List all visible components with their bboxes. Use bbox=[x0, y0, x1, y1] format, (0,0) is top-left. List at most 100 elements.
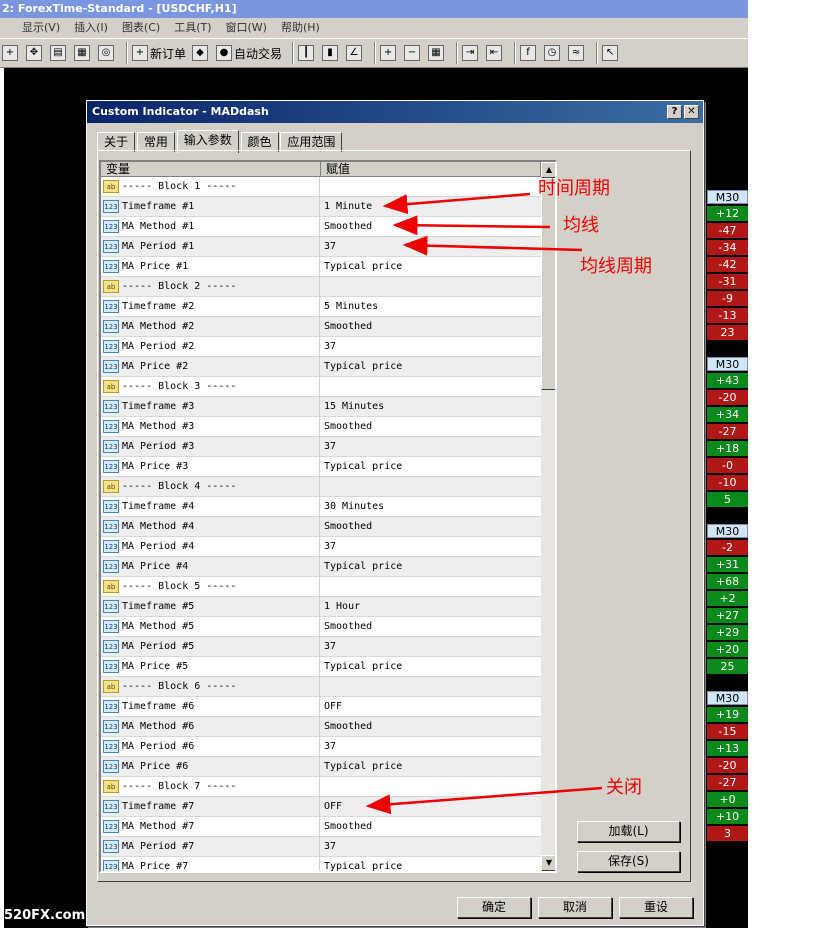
help-button[interactable]: ? bbox=[667, 105, 682, 119]
value-cell[interactable]: Smoothed bbox=[321, 717, 541, 737]
value-cell[interactable]: Smoothed bbox=[321, 517, 541, 537]
value-cell[interactable]: OFF bbox=[321, 797, 541, 817]
table-row[interactable]: MA Method #2 123 Smoothed bbox=[101, 317, 541, 337]
table-row[interactable]: ----- Block 7 ----- ab bbox=[101, 777, 541, 797]
tab-colors[interactable]: 颜色 bbox=[240, 132, 279, 152]
value-cell[interactable]: Smoothed bbox=[321, 417, 541, 437]
value-cell[interactable]: Typical price bbox=[321, 757, 541, 777]
table-row[interactable]: MA Period #5 123 37 bbox=[101, 637, 541, 657]
table-row[interactable]: MA Period #1 123 37 bbox=[101, 237, 541, 257]
table-row[interactable]: ----- Block 3 ----- ab bbox=[101, 377, 541, 397]
tab-visualization[interactable]: 应用范围 bbox=[280, 132, 343, 152]
save-button[interactable]: 保存(S) bbox=[577, 851, 680, 872]
table-row[interactable]: Timeframe #1 123 1 Minute bbox=[101, 197, 541, 217]
table-row[interactable]: ----- Block 2 ----- ab bbox=[101, 277, 541, 297]
scroll-thumb[interactable] bbox=[541, 178, 555, 390]
value-cell[interactable]: Typical price bbox=[321, 357, 541, 377]
table-row[interactable]: MA Price #5 123 Typical price bbox=[101, 657, 541, 677]
tile-icon[interactable]: ▦ bbox=[428, 42, 446, 64]
menu-item[interactable]: 插入(I) bbox=[74, 18, 108, 38]
table-row[interactable]: Timeframe #4 123 30 Minutes bbox=[101, 497, 541, 517]
table-row[interactable]: MA Method #3 123 Smoothed bbox=[101, 417, 541, 437]
tab-about[interactable]: 关于 bbox=[97, 132, 136, 152]
table-row[interactable]: ----- Block 1 ----- ab bbox=[101, 177, 541, 197]
table-row[interactable]: MA Method #5 123 Smoothed bbox=[101, 617, 541, 637]
vertical-scrollbar[interactable]: ▲ ▼ bbox=[541, 162, 555, 871]
value-cell[interactable]: 15 Minutes bbox=[321, 397, 541, 417]
candle-chart-icon[interactable]: ▮ bbox=[322, 42, 340, 64]
value-cell[interactable]: 37 bbox=[321, 537, 541, 557]
table-row[interactable]: MA Price #1 123 Typical price bbox=[101, 257, 541, 277]
table-row[interactable]: ----- Block 5 ----- ab bbox=[101, 577, 541, 597]
metaeditor-icon[interactable]: ◆ bbox=[192, 42, 210, 64]
menu-item[interactable]: 帮助(H) bbox=[281, 18, 320, 38]
header-variable[interactable]: 变量 bbox=[101, 162, 321, 177]
value-cell[interactable]: 37 bbox=[321, 437, 541, 457]
value-cell[interactable] bbox=[321, 777, 541, 797]
table-row[interactable]: MA Period #3 123 37 bbox=[101, 437, 541, 457]
value-cell[interactable]: OFF bbox=[321, 697, 541, 717]
table-row[interactable]: MA Price #2 123 Typical price bbox=[101, 357, 541, 377]
table-row[interactable]: MA Price #6 123 Typical price bbox=[101, 757, 541, 777]
zoom-icon[interactable]: ◎ bbox=[98, 42, 116, 64]
value-cell[interactable]: Smoothed bbox=[321, 817, 541, 837]
menu-item[interactable]: 工具(T) bbox=[174, 18, 211, 38]
table-row[interactable]: MA Method #6 123 Smoothed bbox=[101, 717, 541, 737]
new-order-button[interactable]: + 新订单 bbox=[132, 42, 186, 64]
value-cell[interactable] bbox=[321, 277, 541, 297]
value-cell[interactable]: 37 bbox=[321, 337, 541, 357]
table-row[interactable]: MA Method #7 123 Smoothed bbox=[101, 817, 541, 837]
value-cell[interactable]: 5 Minutes bbox=[321, 297, 541, 317]
table-row[interactable]: MA Period #2 123 37 bbox=[101, 337, 541, 357]
table-row[interactable]: Timeframe #3 123 15 Minutes bbox=[101, 397, 541, 417]
value-cell[interactable]: Typical price bbox=[321, 257, 541, 277]
table-row[interactable]: MA Method #1 123 Smoothed bbox=[101, 217, 541, 237]
table-row[interactable]: Timeframe #6 123 OFF bbox=[101, 697, 541, 717]
value-cell[interactable]: 37 bbox=[321, 637, 541, 657]
line-chart-icon[interactable]: ∠ bbox=[346, 42, 364, 64]
table-row[interactable]: MA Period #7 123 37 bbox=[101, 837, 541, 857]
table-row[interactable]: MA Price #7 123 Typical price bbox=[101, 857, 541, 871]
zoom-in-icon[interactable]: + bbox=[380, 42, 398, 64]
table-row[interactable]: ----- Block 6 ----- ab bbox=[101, 677, 541, 697]
value-cell[interactable] bbox=[321, 377, 541, 397]
header-value[interactable]: 赋值 bbox=[321, 162, 541, 177]
value-cell[interactable]: Typical price bbox=[321, 457, 541, 477]
cancel-button[interactable]: 取消 bbox=[538, 897, 612, 918]
periods-icon[interactable]: ◷ bbox=[544, 42, 562, 64]
shift-chart-icon[interactable]: ⇤ bbox=[486, 42, 504, 64]
table-row[interactable]: ----- Block 4 ----- ab bbox=[101, 477, 541, 497]
zoom-out-icon[interactable]: − bbox=[404, 42, 422, 64]
crosshair-icon[interactable]: ✥ bbox=[26, 42, 44, 64]
value-cell[interactable] bbox=[321, 577, 541, 597]
bar-chart-icon[interactable]: ┃ bbox=[298, 42, 316, 64]
scroll-down-icon[interactable]: ▼ bbox=[541, 855, 555, 871]
table-row[interactable]: MA Price #4 123 Typical price bbox=[101, 557, 541, 577]
close-button[interactable]: ✕ bbox=[684, 105, 699, 119]
templates-icon[interactable]: ≈ bbox=[568, 42, 586, 64]
value-cell[interactable] bbox=[321, 677, 541, 697]
value-cell[interactable]: Typical price bbox=[321, 557, 541, 577]
indicators-icon[interactable]: f bbox=[520, 42, 538, 64]
value-cell[interactable]: 1 Minute bbox=[321, 197, 541, 217]
navigator-icon[interactable]: ▦ bbox=[74, 42, 92, 64]
tab-common[interactable]: 常用 bbox=[136, 132, 175, 152]
value-cell[interactable]: 37 bbox=[321, 837, 541, 857]
table-row[interactable]: MA Period #4 123 37 bbox=[101, 537, 541, 557]
table-row[interactable]: MA Price #3 123 Typical price bbox=[101, 457, 541, 477]
folder-icon[interactable]: ▤ bbox=[50, 42, 68, 64]
ok-button[interactable]: 确定 bbox=[457, 897, 531, 918]
load-button[interactable]: 加载(L) bbox=[577, 821, 680, 842]
table-row[interactable]: MA Method #4 123 Smoothed bbox=[101, 517, 541, 537]
value-cell[interactable]: Smoothed bbox=[321, 217, 541, 237]
auto-trade-button[interactable]: ● 自动交易 bbox=[216, 42, 282, 64]
value-cell[interactable]: 37 bbox=[321, 737, 541, 757]
value-cell[interactable]: 37 bbox=[321, 237, 541, 257]
cursor-icon[interactable]: ↖ bbox=[602, 42, 620, 64]
value-cell[interactable]: Smoothed bbox=[321, 317, 541, 337]
autoscroll-icon[interactable]: ⇥ bbox=[462, 42, 480, 64]
value-cell[interactable] bbox=[321, 177, 541, 197]
value-cell[interactable] bbox=[321, 477, 541, 497]
table-row[interactable]: Timeframe #2 123 5 Minutes bbox=[101, 297, 541, 317]
table-row[interactable]: MA Period #6 123 37 bbox=[101, 737, 541, 757]
